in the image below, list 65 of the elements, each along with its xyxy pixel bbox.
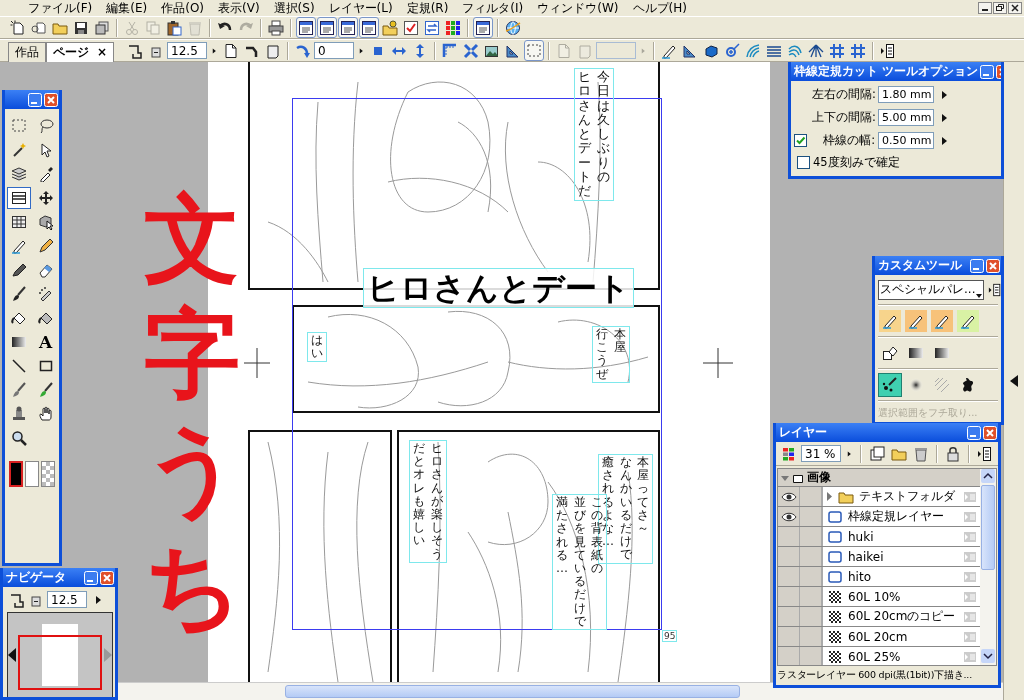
tab[interactable]: ページ ×	[46, 41, 115, 62]
number-field[interactable]: 12.5	[167, 42, 208, 59]
layer-name: 60L 20cmのコピー	[848, 608, 956, 625]
status-text: ラスターレイヤー 600 dpi(黒(1bit))下描き...	[776, 668, 973, 682]
number-field[interactable]: 31 %	[801, 445, 841, 462]
dialogue-text: 行こうぜ	[595, 328, 609, 381]
zoom-field[interactable]: 12.5	[47, 591, 87, 608]
layer-name: haikei	[848, 549, 884, 564]
page-number: 95	[662, 630, 678, 642]
dialogue-text: だとオレも嬉しい	[412, 442, 426, 550]
menu-item[interactable]: フィルタ(I)	[462, 0, 524, 17]
layer-row[interactable]: テキストフォルダ	[778, 487, 980, 507]
dialogue-text: 満たされる…	[555, 496, 569, 577]
dialogue-text: 並びを見ているだけで	[572, 496, 587, 628]
layer-name: hito	[848, 569, 871, 584]
option-label: 枠線の幅:	[822, 133, 876, 148]
panel-title: レイヤー	[779, 425, 828, 440]
option-label: 上下の間隔:	[812, 110, 877, 125]
dialogue-text: 今日は久しぶりの	[595, 70, 611, 187]
menu-item[interactable]: 定規(R)	[406, 0, 449, 17]
menu-item[interactable]: 選択(S)	[273, 0, 315, 17]
menu-item[interactable]: ヘルプ(H)	[632, 0, 687, 17]
option-label: 左右の間隔:	[812, 87, 877, 102]
number-field[interactable]: 0	[314, 42, 355, 59]
menu-item[interactable]: 表示(V)	[218, 0, 260, 17]
layer-row[interactable]: hito	[778, 567, 980, 587]
layer-name: huki	[848, 529, 874, 544]
layer-name: 60L 25%	[848, 649, 901, 664]
menu-item[interactable]: ウィンドウ(W)	[537, 0, 619, 17]
menu-item[interactable]: ファイル(F)	[28, 0, 93, 17]
title-text: ヒロさんとデート	[363, 268, 634, 308]
layer-row[interactable]: 枠線定規レイヤー	[778, 507, 980, 527]
menu-item[interactable]: 編集(E)	[106, 0, 148, 17]
layer-row[interactable]: 60L 20cm	[778, 627, 980, 647]
dialogue-text: なんかいるだけで	[618, 456, 633, 562]
dialogue-text: ヒロさんが楽しそう	[429, 442, 444, 561]
dialogue-text: ヒロさんとデートだ	[577, 70, 592, 199]
dialogue-text: この背表紙の	[590, 496, 604, 577]
tab[interactable]: 作品	[8, 41, 46, 62]
layer-row[interactable]: 60L 20cmのコピー	[778, 607, 980, 627]
close-tab-button[interactable]: ×	[97, 45, 108, 59]
layer-row[interactable]: 60L 10%	[778, 587, 980, 607]
layer-name: 枠線定規レイヤー	[848, 508, 944, 525]
dialogue-text: 本屋ってさ～	[636, 456, 651, 537]
value-field[interactable]: 1.80 mm	[878, 86, 934, 103]
dialogue-text: 本屋	[612, 328, 627, 357]
menu-item[interactable]: 作品(O)	[161, 0, 205, 17]
layer-name: 60L 20cm	[848, 629, 908, 644]
panel-title: ナビゲータ	[6, 570, 67, 585]
dialogue-text: はい	[310, 334, 324, 361]
menu-item[interactable]: レイヤー(L)	[328, 0, 393, 17]
handwritten-annotation: 文字うち	[144, 182, 240, 643]
panel-title: 枠線定規カット ツールオプション	[794, 64, 978, 79]
value-field[interactable]: 5.00 mm	[878, 109, 934, 126]
tool-button[interactable]: A	[33, 331, 58, 353]
layer-row[interactable]: haikei	[778, 547, 980, 567]
value-field[interactable]: 0.50 mm	[878, 132, 934, 149]
layer-name: テキストフォルダ	[859, 488, 955, 505]
panel-title: カスタムツール	[878, 258, 963, 273]
group-name: 画像	[807, 469, 831, 486]
option-label: 45度刻みで確定	[813, 155, 900, 170]
layer-group-header[interactable]: 画像	[778, 469, 980, 487]
layer-name: 60L 10%	[848, 589, 901, 604]
layer-row[interactable]: huki	[778, 527, 980, 547]
dropdown[interactable]: スペシャルパレ...	[878, 279, 985, 300]
